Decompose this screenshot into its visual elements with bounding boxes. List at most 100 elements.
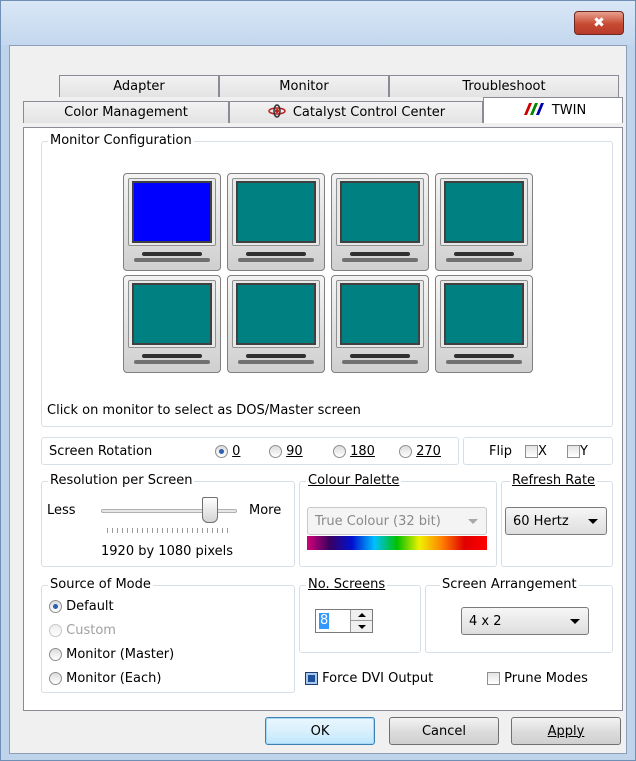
monitor-select-hint: Click on monitor to select as DOS/Master… <box>47 403 361 418</box>
apply-label: Apply <box>547 723 585 739</box>
rotation-label-90: 90 <box>286 444 303 459</box>
flip-label: Flip <box>489 444 512 459</box>
close-button[interactable]: ✖ <box>574 11 624 35</box>
force-dvi-checkbox[interactable] <box>305 672 318 685</box>
colour-palette-select[interactable]: True Colour (32 bit) <box>307 507 487 535</box>
no-screens-title: No. Screens <box>308 577 386 592</box>
tab-label: Adapter <box>113 79 165 94</box>
monitor-3[interactable] <box>331 173 429 271</box>
rotation-radio-270[interactable] <box>399 445 412 458</box>
monitor-stand <box>246 354 306 358</box>
no-screens-spinner[interactable]: 8 <box>315 609 373 633</box>
rotation-label-0: 0 <box>232 444 241 459</box>
rotation-option-90[interactable]: 90 <box>269 444 303 460</box>
chevron-down-icon <box>570 619 580 624</box>
monitor-4[interactable] <box>435 173 533 271</box>
tab-troubleshoot[interactable]: Troubleshoot <box>389 75 619 97</box>
rotation-radio-90[interactable] <box>269 445 282 458</box>
group-title: Screen Arrangement <box>440 577 579 593</box>
chevron-down-icon <box>468 519 478 524</box>
source-option-monitor-each[interactable]: Monitor (Each) <box>49 671 161 687</box>
refresh-rate-select[interactable]: 60 Hertz <box>505 507 607 535</box>
screen-rotation-label: Screen Rotation <box>49 444 153 459</box>
source-label-default: Default <box>66 599 114 614</box>
resolution-more-label: More <box>249 503 282 518</box>
spinner-up-button[interactable] <box>350 610 372 621</box>
resolution-slider-ticks <box>107 528 231 533</box>
group-title: Source of Mode <box>48 577 153 593</box>
tab-twin[interactable]: TWIN <box>483 97 623 123</box>
rotation-label-180: 180 <box>350 444 375 459</box>
tab-label: Color Management <box>64 105 188 120</box>
force-dvi-label: Force DVI Output <box>322 671 434 686</box>
ok-label: OK <box>310 723 330 739</box>
spinner-down-button[interactable] <box>350 621 372 632</box>
monitor-5[interactable] <box>123 275 221 373</box>
flip-x-label: X <box>538 444 547 459</box>
monitor-6[interactable] <box>227 275 325 373</box>
monitor-foot <box>238 360 314 364</box>
ok-button[interactable]: OK <box>265 717 375 745</box>
monitor-screen <box>132 283 212 345</box>
group-title: Resolution per Screen <box>48 473 195 489</box>
monitor-screen <box>444 181 524 243</box>
monitor-stand <box>454 252 514 256</box>
group-title: Monitor Configuration <box>48 133 194 149</box>
no-screens-value[interactable]: 8 <box>319 613 330 629</box>
monitor-screen <box>340 283 420 345</box>
colour-palette-spectrum <box>307 536 487 550</box>
flip-y-label: Y <box>580 444 588 459</box>
source-radio-monitor-master[interactable] <box>49 648 62 661</box>
source-label-monitor-master: Monitor (Master) <box>66 647 175 662</box>
monitor-stand <box>142 252 202 256</box>
monitor-screen <box>340 181 420 243</box>
monitor-foot <box>446 258 522 262</box>
source-option-default[interactable]: Default <box>49 599 114 615</box>
monitor-8[interactable] <box>435 275 533 373</box>
monitor-7[interactable] <box>331 275 429 373</box>
monitor-foot <box>238 258 314 262</box>
chevron-up-icon <box>357 613 366 617</box>
monitor-screen <box>444 283 524 345</box>
cancel-button[interactable]: Cancel <box>389 717 499 745</box>
colour-palette-value: True Colour (32 bit) <box>315 513 441 529</box>
rotation-option-180[interactable]: 180 <box>333 444 375 460</box>
refresh-rate-value: 60 Hertz <box>513 513 569 529</box>
apply-button[interactable]: Apply <box>511 717 621 745</box>
source-radio-default[interactable] <box>49 600 62 613</box>
group-title: Refresh Rate <box>510 473 598 489</box>
tab-row-top: Adapter Monitor Troubleshoot <box>59 75 619 97</box>
prune-modes-checkbox[interactable] <box>487 672 500 685</box>
source-label-monitor-each: Monitor (Each) <box>66 671 162 686</box>
screen-arrangement-select[interactable]: 4 x 2 <box>461 607 589 635</box>
flip-y-checkbox[interactable] <box>567 445 580 458</box>
rotation-radio-180[interactable] <box>333 445 346 458</box>
flip-y-option[interactable]: Y <box>567 444 588 460</box>
tab-monitor[interactable]: Monitor <box>219 75 389 97</box>
resolution-slider-thumb[interactable] <box>201 497 218 523</box>
rotation-option-0[interactable]: 0 <box>215 444 240 460</box>
monitor-2[interactable] <box>227 173 325 271</box>
twin-logo-icon <box>520 102 546 120</box>
rotation-radio-0[interactable] <box>215 445 228 458</box>
monitor-foot <box>446 360 522 364</box>
source-option-monitor-master[interactable]: Monitor (Master) <box>49 647 174 663</box>
tab-color-management[interactable]: Color Management <box>23 101 229 123</box>
flip-x-option[interactable]: X <box>525 444 547 460</box>
tab-adapter[interactable]: Adapter <box>59 75 219 97</box>
screen-arrangement-title: Screen Arrangement <box>442 577 577 592</box>
tab-label: Monitor <box>279 79 329 94</box>
colour-palette-title: Colour Palette <box>308 473 400 488</box>
monitor-1[interactable] <box>123 173 221 271</box>
monitor-screen <box>132 181 212 243</box>
tab-catalyst-control-center[interactable]: Catalyst Control Center <box>229 101 483 123</box>
group-title: No. Screens <box>306 577 388 593</box>
monitor-screen <box>236 283 316 345</box>
source-radio-monitor-each[interactable] <box>49 672 62 685</box>
prune-modes-option[interactable]: Prune Modes <box>487 671 588 687</box>
monitor-foot <box>342 258 418 262</box>
force-dvi-option[interactable]: Force DVI Output <box>305 671 433 687</box>
chevron-down-icon <box>357 624 366 629</box>
flip-x-checkbox[interactable] <box>525 445 538 458</box>
rotation-option-270[interactable]: 270 <box>399 444 441 460</box>
